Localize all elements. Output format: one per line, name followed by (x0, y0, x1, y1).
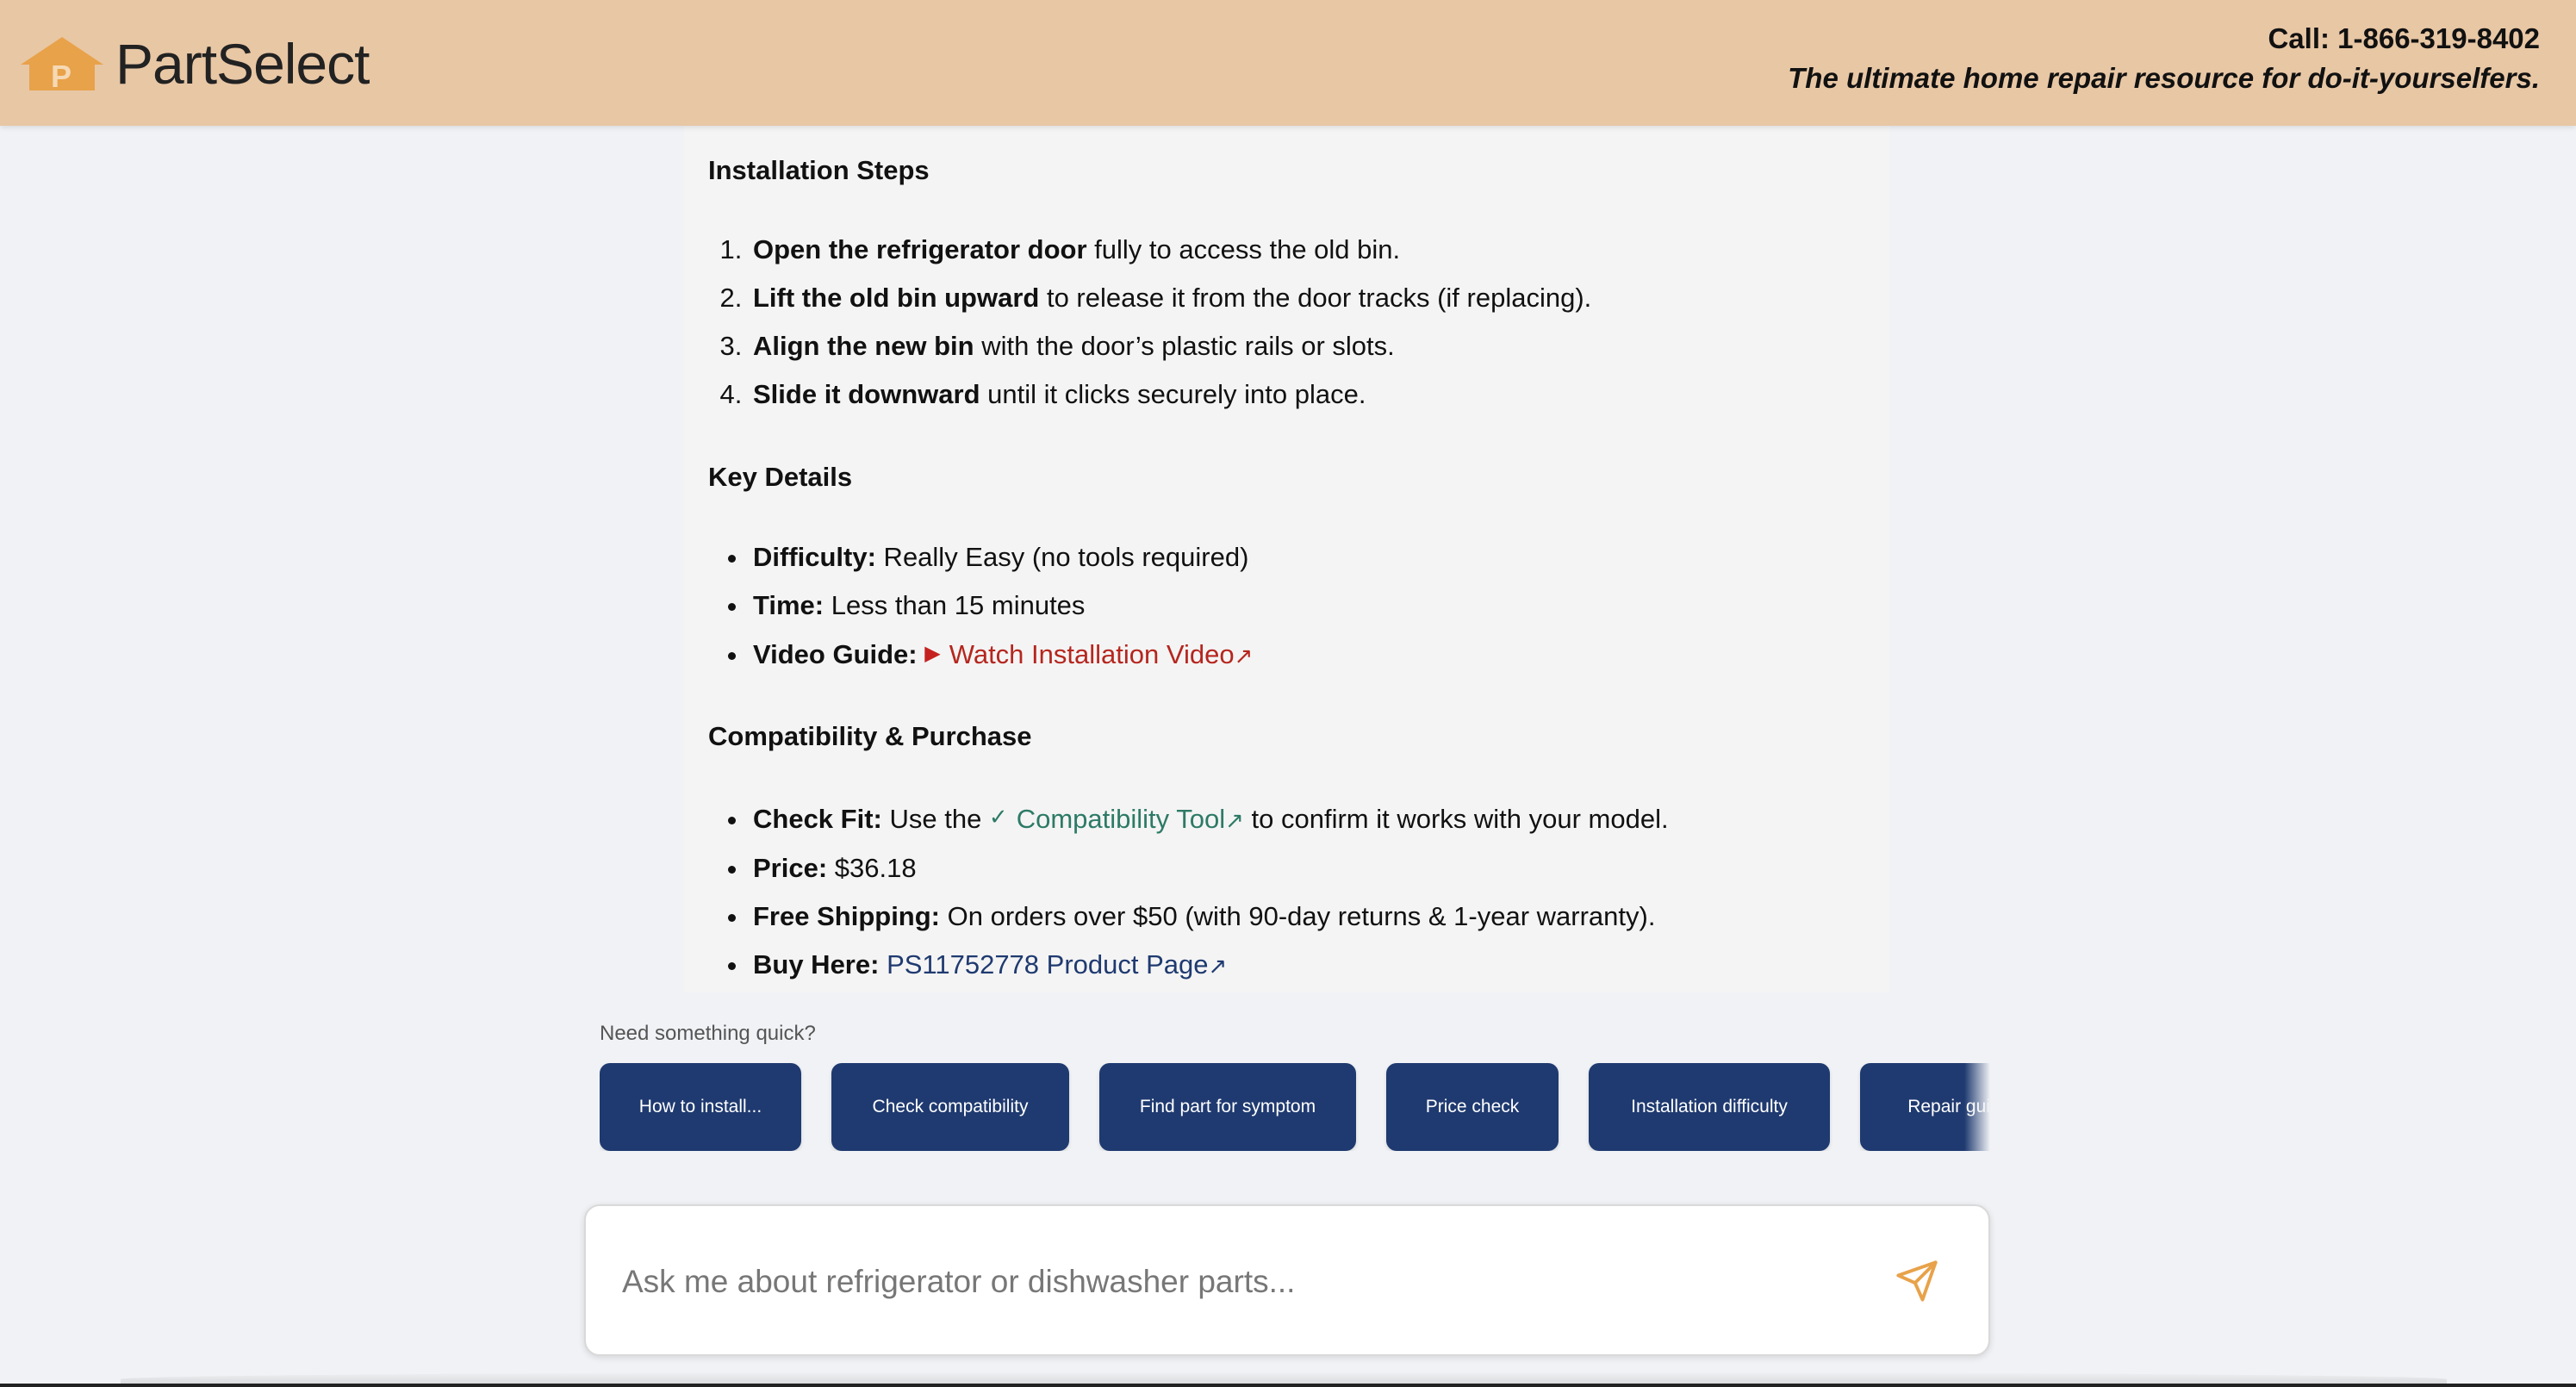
play-icon: ▶ (924, 642, 941, 665)
buy-label: Buy Here: (753, 949, 880, 980)
step-text: until it clicks securely into place. (980, 379, 1366, 409)
key-details-heading: Key Details (708, 462, 853, 492)
fit-text: Use the (881, 804, 989, 834)
step-bold: Lift the old bin upward (753, 283, 1040, 313)
compatibility-tool-link-text: Compatibility Tool (1016, 804, 1226, 834)
difficulty-label: Difficulty: (753, 542, 876, 572)
fit-text: to confirm it works with your model. (1243, 804, 1669, 834)
compatibility-list: Check Fit: Use the ✓Compatibility Tool↗ … (708, 793, 1669, 990)
price-label: Price: (753, 853, 828, 883)
quick-action-installation-difficulty[interactable]: Installation difficulty (1589, 1063, 1830, 1151)
bottom-border (0, 1384, 2576, 1387)
send-button[interactable] (1887, 1251, 1947, 1311)
compatibility-tool-link[interactable]: Compatibility Tool↗ (1017, 804, 1244, 834)
phone-number[interactable]: Call: 1-866-319-8402 (1788, 19, 2540, 59)
difficulty-value: Really Easy (no tools required) (875, 542, 1249, 572)
quick-action-price-check[interactable]: Price check (1386, 1063, 1559, 1151)
video-label: Video Guide: (753, 639, 918, 669)
step-text: to release it from the door tracks (if r… (1039, 283, 1592, 313)
installation-steps-list: Open the refrigerator door fully to acce… (708, 226, 1591, 419)
product-page-link[interactable]: PS11752778 Product Page↗ (887, 949, 1227, 980)
list-item: Difficulty: Really Easy (no tools requir… (750, 533, 1253, 582)
key-details-list: Difficulty: Really Easy (no tools requir… (708, 533, 1253, 680)
scroll-fade (1964, 1063, 1990, 1151)
step-bold: Align the new bin (753, 331, 974, 361)
svg-text:P: P (51, 59, 72, 92)
list-item: Check Fit: Use the ✓Compatibility Tool↗ … (750, 793, 1669, 844)
external-link-icon: ↗ (1234, 643, 1254, 669)
quick-actions-label: Need something quick? (600, 1022, 816, 1045)
watch-video-link-text: Watch Installation Video (949, 639, 1235, 669)
quick-action-check-compatibility[interactable]: Check compatibility (831, 1063, 1069, 1151)
time-value: Less than 15 minutes (824, 590, 1086, 620)
shipping-label: Free Shipping: (753, 901, 940, 931)
send-icon (1896, 1260, 1938, 1302)
site-header: P PartSelect Call: 1-866-319-8402 The ul… (0, 0, 2576, 126)
price-value: $36.18 (827, 853, 917, 883)
list-item: Free Shipping: On orders over $50 (with … (750, 893, 1669, 941)
step-bold: Open the refrigerator door (753, 234, 1087, 264)
list-item: Price: $36.18 (750, 844, 1669, 893)
step-bold: Slide it downward (753, 379, 980, 409)
fit-label: Check Fit: (753, 804, 882, 834)
partselect-logo[interactable]: P PartSelect (19, 31, 370, 96)
logo-text: PartSelect (115, 32, 370, 96)
header-contact: Call: 1-866-319-8402 The ultimate home r… (1788, 19, 2540, 98)
compatibility-heading: Compatibility & Purchase (708, 721, 1032, 751)
time-label: Time: (753, 590, 824, 620)
product-page-link-text: PS11752778 Product Page (887, 949, 1209, 980)
step-text: fully to access the old bin. (1086, 234, 1401, 264)
shipping-value: On orders over $50 (with 90-day returns … (940, 901, 1656, 931)
quick-action-find-part[interactable]: Find part for symptom (1099, 1063, 1356, 1151)
installation-steps-heading: Installation Steps (708, 155, 930, 185)
external-link-icon: ↗ (1208, 953, 1228, 979)
quick-action-how-to-install[interactable]: How to install... (600, 1063, 801, 1151)
assistant-message: Installation Steps Open the refrigerator… (684, 126, 1890, 992)
tagline: The ultimate home repair resource for do… (1788, 62, 2540, 94)
watch-video-link[interactable]: Watch Installation Video↗ (949, 639, 1254, 669)
external-link-icon: ↗ (1225, 807, 1244, 833)
list-item: Time: Less than 15 minutes (750, 582, 1253, 630)
chat-input[interactable] (620, 1249, 1826, 1315)
step-text: with the door’s plastic rails or slots. (974, 331, 1395, 361)
list-item: Buy Here: PS11752778 Product Page↗ (750, 941, 1669, 990)
house-logo-icon: P (21, 37, 103, 92)
list-item: Slide it downward until it clicks secure… (750, 370, 1591, 419)
quick-actions-bar[interactable]: How to install... Check compatibility Fi… (600, 1063, 1990, 1151)
list-item: Lift the old bin upward to release it fr… (750, 274, 1591, 322)
checkmark-icon: ✓ (988, 804, 1008, 830)
chat-input-container (584, 1204, 1990, 1356)
list-item: Align the new bin with the door’s plasti… (750, 322, 1591, 370)
list-item: Video Guide: ▶ Watch Installation Video↗ (750, 630, 1253, 680)
list-item: Open the refrigerator door fully to acce… (750, 226, 1591, 274)
